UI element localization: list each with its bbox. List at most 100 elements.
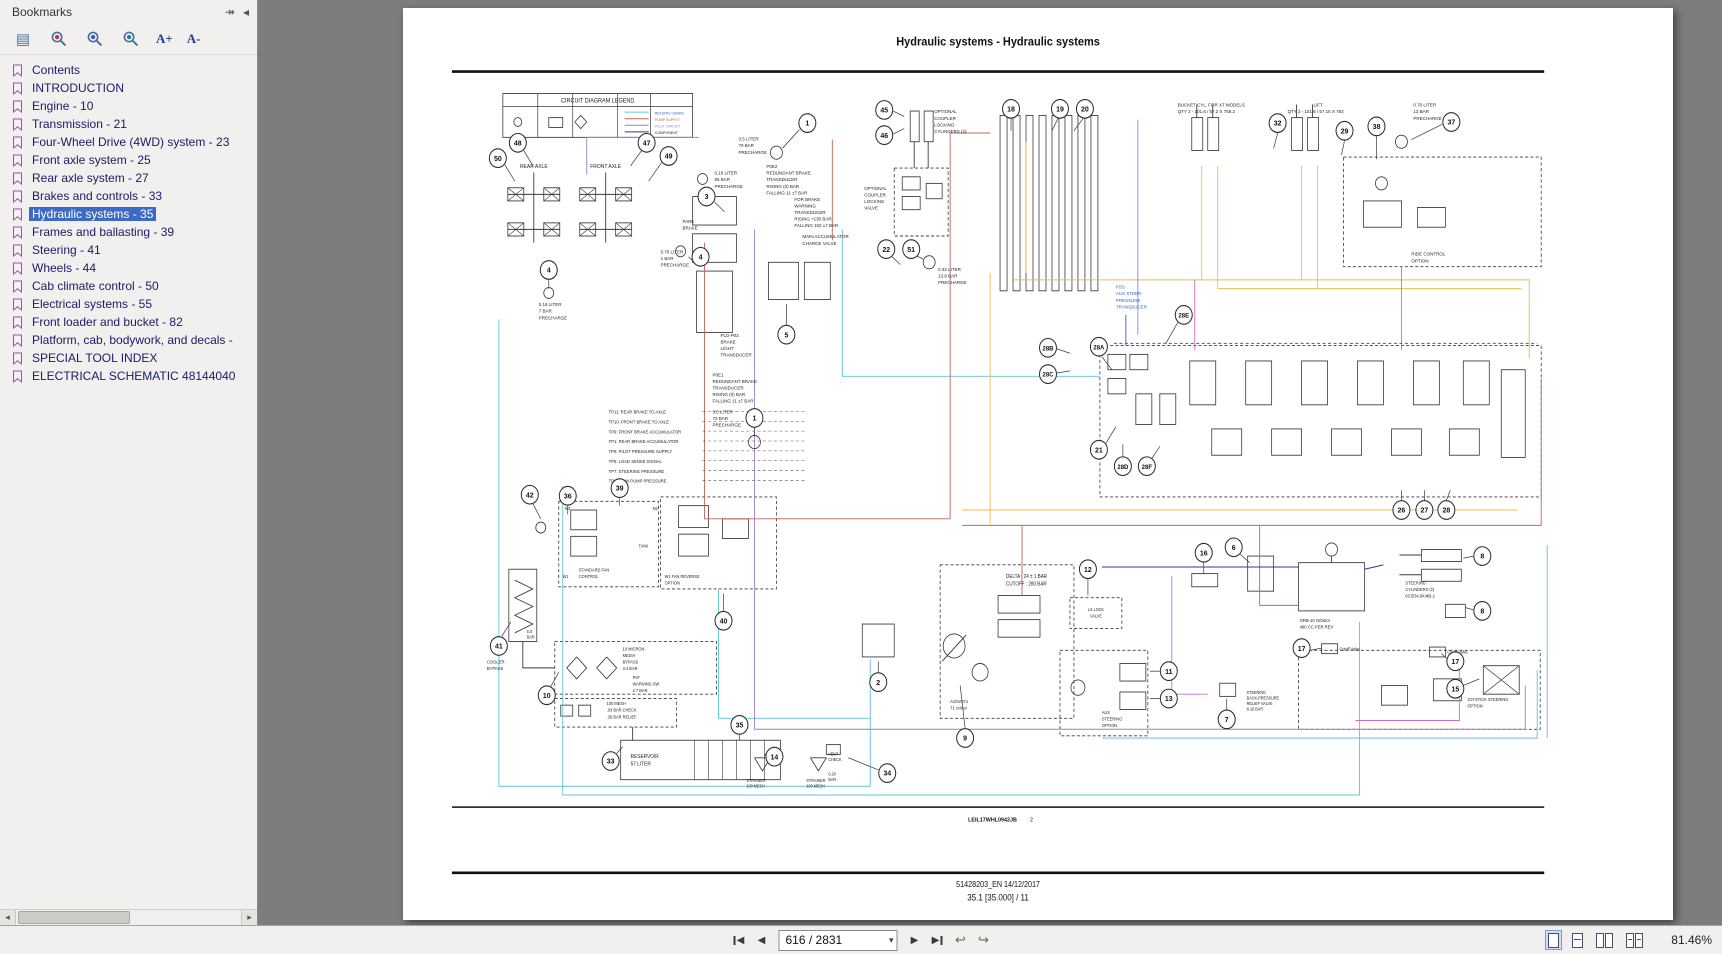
expand-bookmark-icon[interactable] xyxy=(120,28,142,50)
diagram-line xyxy=(533,503,541,518)
diagram-label: TRANSDUCER xyxy=(713,385,745,390)
previous-view-button[interactable]: ↩ xyxy=(951,930,971,950)
diagram-component xyxy=(1039,115,1046,290)
page-field-dropdown-icon[interactable]: ▾ xyxy=(889,935,894,946)
diagram-component xyxy=(910,111,919,142)
bookmark-item[interactable]: Rear axle system - 27 xyxy=(6,169,257,187)
bookmark-item[interactable]: SPECIAL TOOL INDEX xyxy=(6,349,257,367)
callout-label-39: 39 xyxy=(616,483,624,492)
last-page-button[interactable]: ▶ xyxy=(928,930,948,950)
callout-label-28A: 28A xyxy=(1093,344,1104,351)
diagram-line xyxy=(719,589,871,718)
diagram-label: M2 xyxy=(653,506,658,511)
collapse-panel-icon[interactable]: ◂ xyxy=(243,5,249,19)
diagram-symbol xyxy=(597,657,617,679)
continuous-view-button[interactable] xyxy=(1569,930,1586,950)
diagram-label: OPTION xyxy=(665,580,680,585)
diagram-label: W1 xyxy=(563,574,569,579)
next-view-button[interactable]: ↪ xyxy=(974,930,994,950)
callout-label-42: 42 xyxy=(526,490,534,499)
previous-page-button[interactable]: ◀ xyxy=(752,930,772,950)
diagram-label: W2 xyxy=(565,506,571,511)
bookmark-options-icon[interactable]: ▤ xyxy=(12,28,34,50)
diagram-label: RESERVOIR xyxy=(631,754,659,760)
hscroll-thumb[interactable] xyxy=(18,911,130,924)
diagram-line xyxy=(1342,141,1345,155)
bookmark-item[interactable]: Hydraulic systems - 35 xyxy=(6,205,257,223)
diagram-component xyxy=(1120,664,1146,682)
bookmark-item[interactable]: Cab climate control - 50 xyxy=(6,277,257,295)
bookmark-item[interactable]: Frames and ballasting - 39 xyxy=(6,223,257,241)
callout-label-28C: 28C xyxy=(1042,372,1053,379)
bookmark-item[interactable]: ELECTRICAL SCHEMATIC 48144040 xyxy=(6,367,257,385)
callout-label-37: 37 xyxy=(1447,117,1455,126)
diagram-label: FOR BRAKE xyxy=(794,197,820,202)
page-navigation: ◀ ◀ 616 / 2831 ▾ ▶ ▶ ↩ ↪ xyxy=(729,930,994,951)
bookmark-label: Contents xyxy=(29,63,83,77)
diagram-symbol xyxy=(536,522,546,533)
diagram-label: 13 BAR xyxy=(1413,109,1429,114)
diagram-label: FALLING 102 ±7 BAR xyxy=(794,223,838,228)
bookmark-label: Electrical systems - 55 xyxy=(29,297,155,311)
pin-panel-icon[interactable]: ↠ xyxy=(225,5,235,19)
scroll-right-icon[interactable]: ▸ xyxy=(241,910,257,925)
next-page-button[interactable]: ▶ xyxy=(905,930,925,950)
diagram-line xyxy=(649,163,662,182)
bookmark-item[interactable]: Front loader and bucket - 82 xyxy=(6,313,257,331)
diagram-label: 3.5 LITER xyxy=(738,136,759,141)
diagram-label: BYPASS xyxy=(623,659,639,664)
diagram-line xyxy=(499,319,870,786)
diagram-component xyxy=(902,177,920,190)
diagram-label: TANK xyxy=(639,543,649,548)
diagram-label: COMPONENT xyxy=(655,131,679,135)
diagram-line xyxy=(782,130,799,149)
diagram-label: .35 BAR RELIEF xyxy=(607,714,637,719)
bookmark-item[interactable]: Electrical systems - 55 xyxy=(6,295,257,313)
two-page-view-button[interactable] xyxy=(1593,930,1616,950)
diagram-line xyxy=(950,133,990,519)
diagram-label: BRAKE xyxy=(721,339,736,344)
diagram-label: LIFT xyxy=(1314,102,1323,107)
two-page-continuous-view-button[interactable] xyxy=(1623,930,1646,950)
bookmark-item[interactable]: Four-Wheel Drive (4WD) system - 23 xyxy=(6,133,257,151)
bookmarks-panel: Bookmarks ↠ ◂ ▤ A+ xyxy=(0,0,258,925)
bookmark-item[interactable]: Front axle system - 25 xyxy=(6,151,257,169)
bookmark-item[interactable]: Brakes and controls - 33 xyxy=(6,187,257,205)
locate-bookmark-icon[interactable] xyxy=(84,28,106,50)
bookmark-item[interactable]: Contents xyxy=(6,61,257,79)
bookmark-item[interactable]: Wheels - 44 xyxy=(6,259,257,277)
two-page-icon-left xyxy=(1596,933,1604,948)
bookmark-icon xyxy=(12,352,23,365)
callout-label-12: 12 xyxy=(1084,565,1092,574)
zoom-level: 81.46% xyxy=(1671,933,1712,947)
bookmarks-hscrollbar[interactable]: ◂ ▸ xyxy=(0,909,257,925)
increase-text-size-button[interactable]: A+ xyxy=(156,28,173,50)
bookmark-item[interactable]: Engine - 10 xyxy=(6,97,257,115)
diagram-label: STANDARD FAN xyxy=(579,567,610,572)
diagram-component xyxy=(549,118,563,128)
single-page-view-button[interactable] xyxy=(1545,930,1562,950)
bookmark-item[interactable]: Steering - 41 xyxy=(6,241,257,259)
decrease-text-size-button[interactable]: A- xyxy=(187,28,201,50)
scroll-left-icon[interactable]: ◂ xyxy=(0,910,16,925)
callout-label-47: 47 xyxy=(643,138,651,147)
diagram-component xyxy=(1078,115,1085,290)
bookmark-label: Engine - 10 xyxy=(29,99,96,113)
bookmark-item[interactable]: INTRODUCTION xyxy=(6,79,257,97)
bookmark-icon xyxy=(12,298,23,311)
page-number-input[interactable]: 616 / 2831 ▾ xyxy=(779,930,898,951)
diagram-symbol xyxy=(810,758,826,771)
diagram-label: RELIEF VALVE xyxy=(1247,701,1273,706)
diagram-component xyxy=(1212,429,1242,455)
diagram-line xyxy=(1446,490,1450,500)
bookmark-icon xyxy=(12,262,23,275)
callout-label-19: 19 xyxy=(1056,104,1064,113)
bookmark-item[interactable]: Transmission - 21 xyxy=(6,115,257,133)
diagram-label: RISING +130 BAR xyxy=(794,216,832,221)
diagram-symbol xyxy=(1326,543,1338,556)
bookmark-item[interactable]: Platform, cab, bodywork, and decals - xyxy=(6,331,257,349)
diagram-line xyxy=(1057,371,1070,373)
first-page-button[interactable]: ◀ xyxy=(729,930,749,950)
find-bookmark-icon[interactable] xyxy=(48,28,70,50)
diagram-component xyxy=(579,705,591,716)
